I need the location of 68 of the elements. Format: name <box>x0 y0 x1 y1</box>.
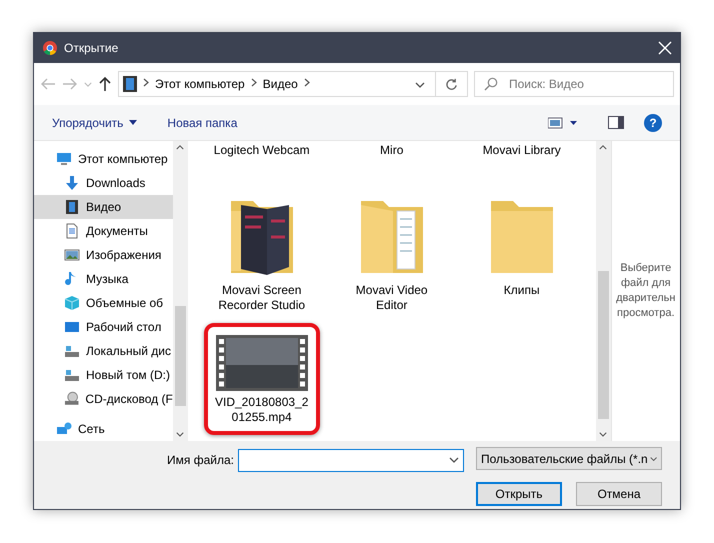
breadcrumb[interactable]: Этот компьютер <box>155 77 245 91</box>
search-icon <box>484 77 498 91</box>
close-icon[interactable] <box>658 41 672 55</box>
filename-field[interactable] <box>238 448 464 472</box>
drive-icon <box>64 367 80 383</box>
caret-icon <box>129 120 138 125</box>
file-item[interactable]: Movavi Video Editor <box>328 187 456 323</box>
scrollbar-thumb[interactable] <box>598 271 609 419</box>
help-button[interactable]: ? <box>644 114 662 132</box>
chevron-up-icon <box>176 145 184 150</box>
address-bar[interactable]: Этот компьютер Видео <box>118 71 436 97</box>
sidebar-item[interactable]: Видео <box>34 195 173 219</box>
browser-logo-icon <box>42 40 58 56</box>
sidebar-item[interactable]: Документы <box>34 219 173 243</box>
scrollbar[interactable] <box>596 141 611 441</box>
forward-arrow-icon[interactable] <box>62 77 78 91</box>
download-arrow-icon <box>64 175 80 191</box>
scrollbar[interactable] <box>172 141 188 441</box>
chevron-down-icon <box>650 456 657 462</box>
cd-drive-icon <box>64 391 80 407</box>
view-options-icon[interactable] <box>548 116 578 128</box>
file-item[interactable]: Клипы <box>458 187 586 323</box>
file-item[interactable]: Miro <box>328 141 456 187</box>
chevron-down-icon <box>449 457 459 464</box>
chevron-down-icon <box>415 82 425 88</box>
file-item[interactable]: VID_20180803_201255.mp4 <box>198 323 326 435</box>
refresh-button[interactable] <box>436 71 468 97</box>
sidebar-item[interactable]: Музыка <box>34 267 173 291</box>
scrollbar-thumb[interactable] <box>174 306 186 406</box>
file-item[interactable]: Movavi Library <box>458 141 586 187</box>
film-icon <box>64 199 80 215</box>
file-item[interactable]: Movavi Screen Recorder Studio <box>198 187 326 323</box>
sidebar-item[interactable]: Объемные об <box>34 291 173 315</box>
sidebar-item[interactable]: CD-дисковод (F <box>34 387 173 411</box>
preview-message: Выберите файл для дварительн просмотра. <box>615 261 676 321</box>
recent-dropdown-icon[interactable] <box>84 82 92 86</box>
picture-icon <box>64 247 80 263</box>
cube-icon <box>64 295 80 311</box>
desktop-icon <box>64 319 80 335</box>
chevron-down-icon <box>176 432 184 437</box>
cancel-button[interactable]: Отмена <box>576 482 662 506</box>
new-folder-button[interactable]: Новая папка <box>167 116 238 130</box>
breadcrumb[interactable]: Видео <box>262 77 298 91</box>
film-icon <box>123 76 137 92</box>
network-icon <box>56 421 72 437</box>
sidebar-item[interactable]: Рабочий стол <box>34 315 173 339</box>
search-field[interactable]: Поиск: Видео <box>474 71 674 97</box>
sidebar-item[interactable]: Изображения <box>34 243 173 267</box>
back-arrow-icon[interactable] <box>40 77 56 91</box>
organize-button[interactable]: Упорядочить <box>52 116 138 130</box>
file-item[interactable]: Logitech Webcam <box>198 141 326 187</box>
sidebar-item[interactable]: Сеть <box>34 417 173 441</box>
sidebar-item[interactable]: Downloads <box>34 171 173 195</box>
document-icon <box>64 223 80 239</box>
sidebar-item[interactable]: Локальный дис <box>34 339 173 363</box>
refresh-icon <box>445 78 458 90</box>
monitor-icon <box>56 151 72 167</box>
chevron-down-icon <box>599 432 608 437</box>
sidebar-item[interactable]: Этот компьютер <box>34 147 173 171</box>
drive-icon <box>64 343 80 359</box>
window-title: Открытие <box>64 41 120 55</box>
chevron-up-icon <box>599 145 608 150</box>
preview-pane-icon[interactable] <box>608 116 624 129</box>
filename-label: Имя файла: <box>167 453 234 468</box>
up-arrow-icon[interactable] <box>98 76 112 92</box>
open-button[interactable]: Открыть <box>476 482 562 506</box>
sidebar-item[interactable]: Новый том (D:) <box>34 363 173 387</box>
file-type-dropdown[interactable]: Пользовательские файлы (*.n <box>476 447 662 470</box>
